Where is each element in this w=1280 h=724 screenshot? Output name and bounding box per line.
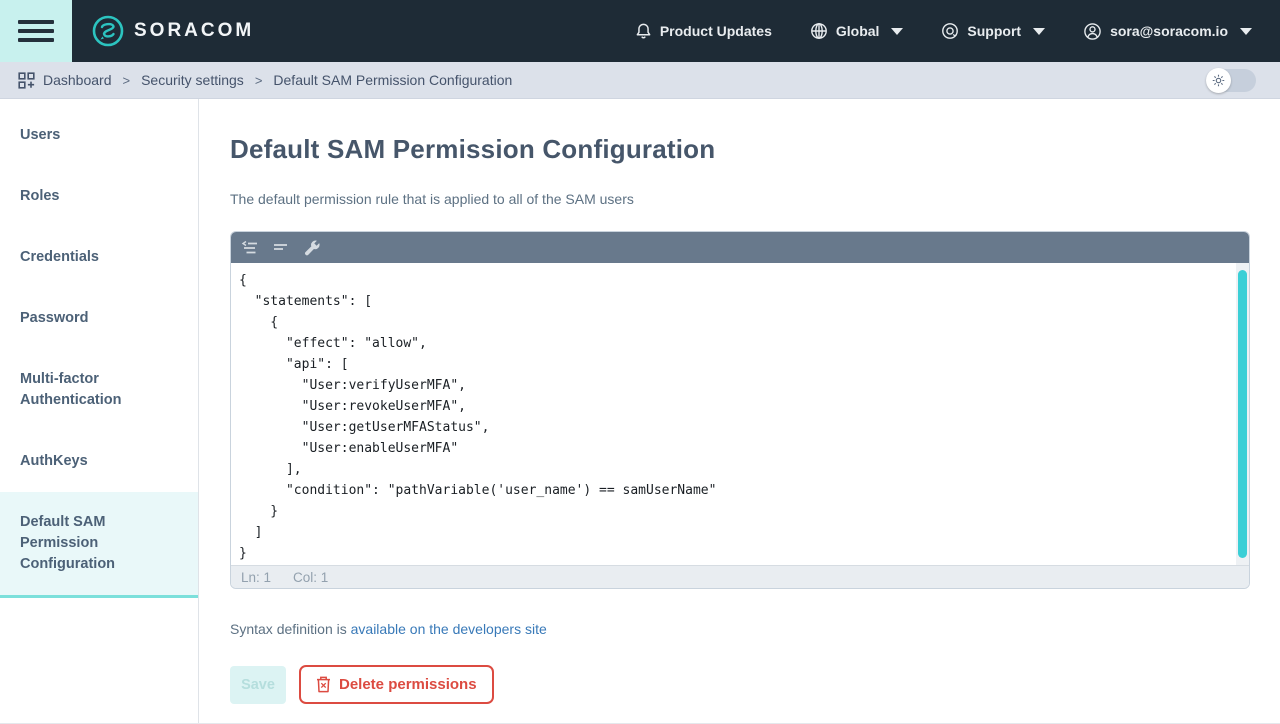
breadcrumb-separator: > [255,73,263,88]
editor-scrollbar-track [1236,263,1249,565]
editor-status-bar: Ln: 1 Col: 1 [231,565,1249,588]
syntax-note-text: Syntax definition is [230,621,351,637]
sidebar-item-users[interactable]: Users [0,105,198,166]
breadcrumb-security-settings[interactable]: Security settings [141,72,244,88]
cursor-line-indicator: Ln: 1 [241,570,271,585]
code-textarea[interactable]: { "statements": [ { "effect": "allow", "… [231,263,1249,565]
sidebar-item-authkeys[interactable]: AuthKeys [0,431,198,492]
product-updates-label: Product Updates [660,23,772,39]
menu-button[interactable] [0,0,72,62]
developers-site-link[interactable]: available on the developers site [351,621,547,637]
compact-code-icon[interactable] [268,235,293,260]
trash-icon [316,676,331,693]
delete-permissions-label: Delete permissions [339,676,477,693]
theme-toggle-knob [1206,68,1231,93]
chevron-down-icon [1033,28,1045,35]
soracom-logo-icon [92,15,124,47]
chevron-down-icon [891,28,903,35]
main-content: Default SAM Permission Configuration The… [199,99,1280,723]
sidebar-item-password[interactable]: Password [0,288,198,349]
account-label: sora@soracom.io [1110,23,1228,39]
editor-toolbar [231,232,1249,263]
product-updates-button[interactable]: Product Updates [635,22,772,40]
coverage-label: Global [836,23,880,39]
sun-icon [1212,74,1225,87]
breadcrumb-dashboard[interactable]: Dashboard [43,72,112,88]
coverage-selector[interactable]: Global [810,22,904,40]
bell-icon [635,22,652,40]
top-navbar: SORACOM Product Updates Global [0,0,1280,62]
sidebar-item-roles[interactable]: Roles [0,166,198,227]
navbar-menu: Product Updates Global Support [635,0,1252,62]
settings-sidebar: Users Roles Credentials Password Multi-f… [0,99,199,723]
theme-toggle[interactable] [1206,69,1256,92]
breadcrumb: Dashboard > Security settings > Default … [0,62,1280,99]
chevron-down-icon [1240,28,1252,35]
action-buttons: Save Delete permissions [230,665,1250,704]
support-menu[interactable]: Support [941,22,1045,40]
sidebar-item-multifactor-authentication[interactable]: Multi-factor Authentication [0,349,198,431]
permission-code-editor: { "statements": [ { "effect": "allow", "… [230,231,1250,589]
format-code-icon[interactable] [237,235,262,260]
support-label: Support [967,23,1021,39]
sidebar-item-default-sam-permission-configuration[interactable]: Default SAM Permission Configuration [0,492,198,598]
save-button[interactable]: Save [230,666,286,704]
user-icon [1083,22,1102,41]
dashboard-grid-icon [18,72,35,89]
syntax-note: Syntax definition is available on the de… [230,621,1250,637]
cursor-column-indicator: Col: 1 [293,570,328,585]
breadcrumb-separator: > [123,73,131,88]
account-menu[interactable]: sora@soracom.io [1083,22,1252,41]
globe-icon [810,22,828,40]
wrench-icon[interactable] [299,235,324,260]
page-title: Default SAM Permission Configuration [230,134,1250,165]
code-content[interactable]: { "statements": [ { "effect": "allow", "… [231,263,1249,565]
support-icon [941,22,959,40]
brand-name: SORACOM [134,20,254,42]
page-subtitle: The default permission rule that is appl… [230,191,1250,207]
sidebar-item-credentials[interactable]: Credentials [0,227,198,288]
editor-scrollbar-thumb[interactable] [1238,270,1247,558]
delete-permissions-button[interactable]: Delete permissions [299,665,494,704]
breadcrumb-current: Default SAM Permission Configuration [273,72,512,88]
brand[interactable]: SORACOM [92,0,254,62]
